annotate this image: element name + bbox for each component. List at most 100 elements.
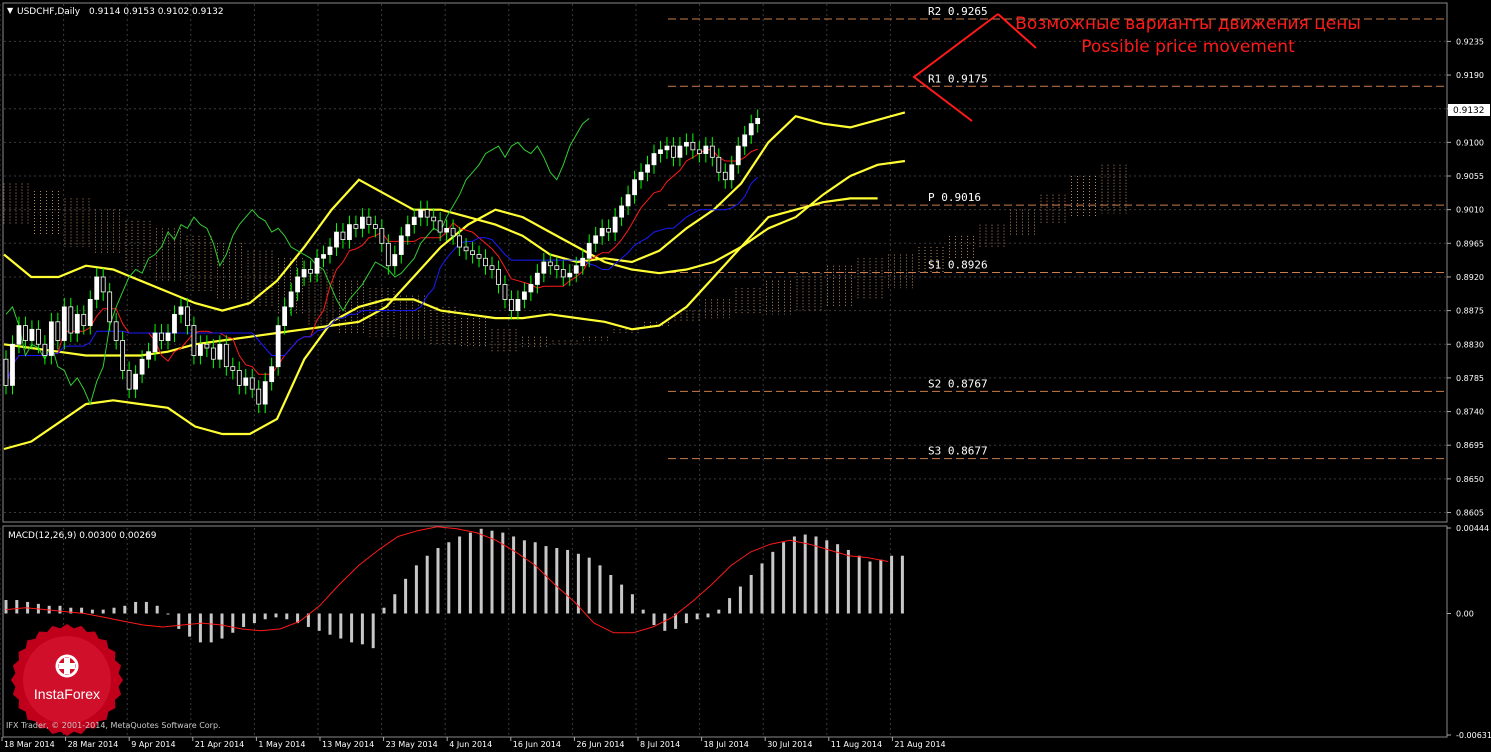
y-tick-label: 0.8875	[1456, 307, 1484, 316]
candle-body	[541, 261, 547, 274]
macd-bar	[371, 613, 375, 649]
y-tick-label: 0.9055	[1456, 172, 1484, 181]
chart-root: R2 0.9265 R1 0.9175 P 0.9016 S1 0.8926 S2 0.…	[0, 0, 1491, 752]
y-tick-label: 0.8605	[1456, 509, 1484, 518]
candle-body	[107, 291, 113, 323]
macd-bar	[90, 609, 94, 614]
macd-bar	[738, 586, 742, 614]
y-tick-label: 0.8740	[1456, 408, 1484, 417]
macd-bar	[274, 613, 278, 618]
candle-body	[612, 216, 618, 233]
y-tick-label: 0.9100	[1456, 138, 1484, 147]
macd-bar	[4, 600, 8, 614]
macd-y-label: -0.00631	[1456, 731, 1491, 740]
macd-y-label: 0.00444	[1456, 524, 1489, 533]
candle-body	[677, 145, 683, 158]
macd-bar	[663, 613, 667, 631]
candle-body	[191, 325, 197, 356]
macd-bar	[101, 609, 105, 614]
y-tick-label: 0.9235	[1456, 37, 1484, 46]
y-tick-label: 0.8695	[1456, 441, 1484, 450]
pivot-label-p: P 0.9016	[928, 191, 981, 204]
candle-body	[567, 272, 573, 278]
candle-body	[470, 250, 475, 255]
macd-bar	[555, 548, 559, 614]
x-tick-label: 16 Jun 2014	[513, 740, 561, 749]
candle-body	[599, 227, 605, 237]
candle-body	[42, 343, 48, 356]
y-tick-label: 0.8920	[1456, 273, 1484, 282]
candle-body	[146, 351, 151, 360]
candle-body	[68, 306, 74, 334]
macd-bar	[846, 549, 850, 614]
candle-body	[450, 227, 456, 237]
candle-body	[534, 272, 540, 285]
candle-body	[684, 141, 689, 147]
current-price-label: 0.9132	[1453, 106, 1485, 116]
candle-body	[327, 246, 333, 255]
candle-body	[748, 123, 754, 136]
macd-bar	[598, 565, 602, 614]
macd-bar	[641, 609, 645, 614]
annotation-ru: Возможные варианты движения цены	[1015, 14, 1361, 34]
x-tick-label: 9 Apr 2014	[131, 740, 175, 749]
candle-body	[87, 298, 93, 326]
candle-body	[573, 265, 579, 274]
candle-body	[651, 153, 657, 166]
candle-body	[249, 377, 255, 390]
candle-body	[185, 306, 190, 326]
candle-body	[359, 216, 365, 229]
macd-bar	[684, 613, 688, 624]
macd-bar	[317, 613, 321, 631]
macd-bar	[620, 584, 624, 614]
macd-bar	[695, 613, 699, 620]
macd-bar	[587, 557, 591, 614]
macd-bar	[404, 578, 408, 614]
macd-bar	[825, 540, 829, 614]
candle-body	[664, 145, 670, 151]
macd-bar	[468, 532, 472, 614]
macd-bar	[900, 555, 904, 614]
macd-y-label: 0.00	[1456, 609, 1474, 618]
candle-body	[690, 141, 696, 151]
logo-text: InstaForex	[33, 686, 101, 702]
candle-body	[172, 313, 177, 334]
candle-body	[3, 358, 9, 386]
candle-body	[282, 306, 288, 326]
candle-body	[10, 343, 15, 386]
candle-body	[379, 227, 385, 244]
candle-body	[586, 242, 592, 259]
candle-body	[36, 328, 41, 345]
candle-body	[632, 179, 637, 196]
candle-body	[23, 325, 28, 341]
macd-bar	[630, 594, 634, 614]
candle-body	[483, 257, 488, 267]
macd-bar	[857, 555, 861, 614]
candle-body	[476, 254, 482, 259]
candle-body	[81, 313, 87, 326]
instaforex-logo: InstaForex	[6, 624, 128, 736]
candle-body	[671, 145, 676, 158]
y-tick-label: 0.8830	[1456, 340, 1484, 349]
macd-bar	[447, 542, 451, 614]
macd-bar	[782, 542, 786, 614]
x-tick-label: 18 Mar 2014	[4, 740, 55, 749]
candle-body	[178, 306, 184, 315]
x-tick-label: 8 Jul 2014	[640, 740, 680, 749]
x-tick-label: 21 Aug 2014	[894, 740, 945, 749]
candle-body	[139, 358, 145, 375]
candle-body	[152, 332, 158, 353]
macd-bar	[533, 542, 537, 614]
y-tick-label: 0.9190	[1456, 71, 1484, 80]
macd-bar	[479, 528, 483, 614]
candle-body	[197, 343, 203, 356]
macd-bar	[382, 607, 386, 614]
candle-body	[353, 224, 359, 229]
candle-body	[223, 343, 229, 368]
macd-bar	[360, 613, 364, 645]
candle-body	[405, 224, 411, 237]
candle-body	[703, 145, 709, 154]
candle-body	[165, 332, 171, 341]
macd-title: MACD(12,26,9) 0.00300 0.00269	[8, 531, 157, 541]
chart-title-marker: ▼	[7, 6, 14, 15]
